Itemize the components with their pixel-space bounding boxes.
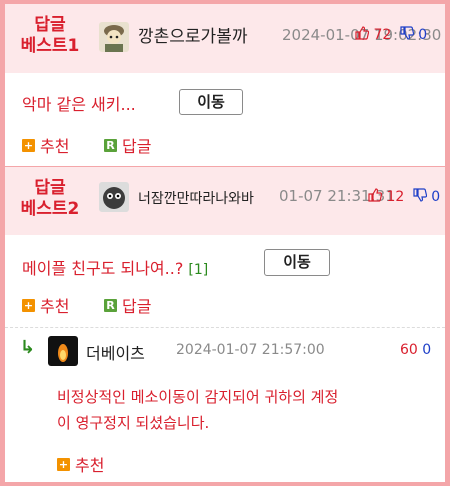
reply-votes: 60 0 [400,342,431,358]
plus-square-icon: + [22,138,35,152]
best1-recommend-button[interactable]: + 추천 [22,133,69,157]
thumbs-down-icon[interactable] [400,26,414,44]
best1-move-button[interactable]: 이동 [179,89,243,115]
reply-arrow-icon: ↳ [20,337,36,358]
best2-label: 답글 베스트2 [20,178,80,219]
best2-recommend-button[interactable]: + 추천 [22,293,69,317]
divider [5,327,445,328]
best2-down-count: 0 [431,189,441,205]
thumbs-up-icon[interactable] [355,26,370,44]
reply-recommend-button[interactable]: + 추천 [57,452,104,476]
best1-votes: 72 0 [355,26,427,44]
reply-square-icon: R [104,298,117,312]
avatar-icon [48,336,78,366]
avatar-icon [99,22,129,52]
avatar-icon [99,182,129,212]
plus-square-icon: + [22,298,35,312]
best2-nickname[interactable]: 너잠깐만따라나와바 [138,188,254,208]
reply-down-count[interactable]: 0 [422,342,431,358]
reply-square-icon: R [104,138,117,152]
best1-avatar[interactable] [99,22,129,52]
reply-comment-text: 비정상적인 메소이동이 감지되어 귀하의 계정 이 영구정지 되셨습니다. [57,388,339,432]
best1-label: 답글 베스트1 [20,15,80,56]
reply-avatar[interactable] [48,336,78,366]
plus-square-icon: + [57,457,70,471]
best2-avatar[interactable] [99,182,129,212]
reply-nickname[interactable]: 더베이츠 [86,340,145,364]
best1-reply-button[interactable]: R 답글 [104,133,151,157]
best2-move-button[interactable]: 이동 [264,249,330,276]
best2-up-count: 12 [386,189,405,205]
thumbs-up-icon[interactable] [368,188,383,206]
thumbs-down-icon[interactable] [413,188,427,206]
best2-reply-button[interactable]: R 답글 [104,293,151,317]
reply-up-count[interactable]: 60 [400,342,418,358]
reply-timestamp: 2024-01-07 21:57:00 [176,342,325,358]
reply-count[interactable]: [1] [188,262,208,278]
best1-down-count: 0 [418,27,428,43]
best1-nickname[interactable]: 깡촌으로가볼까 [138,22,247,47]
best2-comment-text: 메이플 친구도 되나여..? [1] [22,259,209,278]
best2-votes: 12 0 [368,188,440,206]
best1-comment-text: 악마 같은 새키... [22,95,136,114]
best1-up-count: 72 [373,27,392,43]
